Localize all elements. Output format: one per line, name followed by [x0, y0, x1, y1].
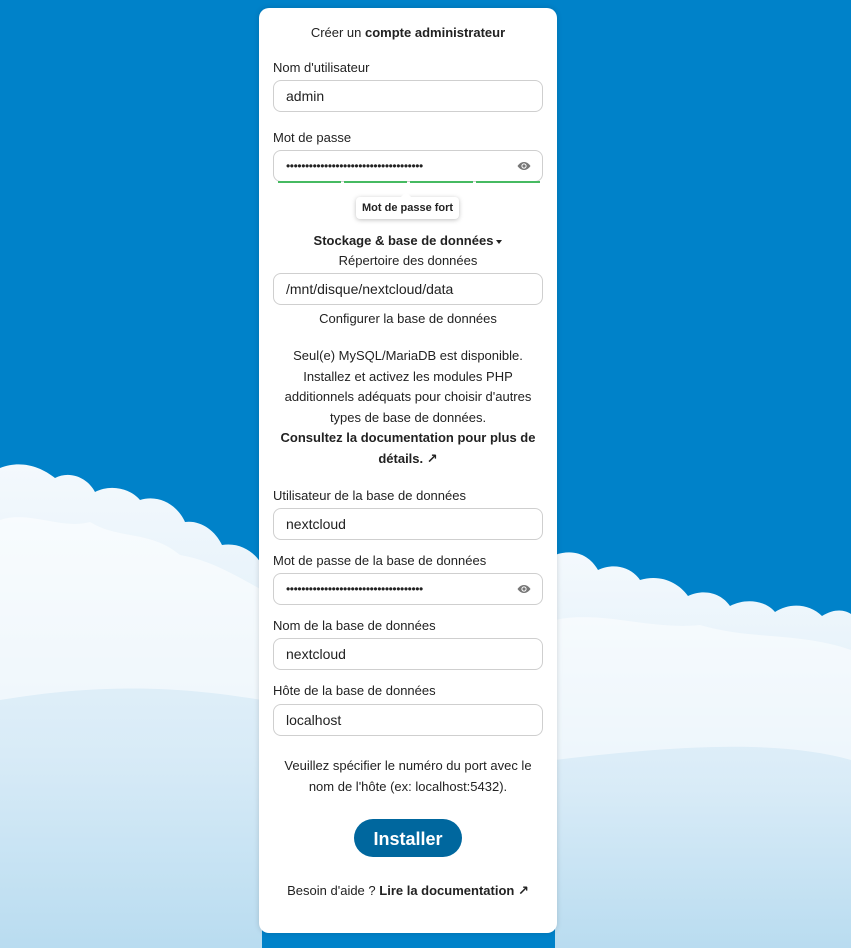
storage-database-toggle[interactable]: Stockage & base de données: [259, 233, 557, 248]
db-host-input[interactable]: localhost: [273, 704, 543, 736]
notice-line: Installez et activez les modules PHP: [303, 368, 513, 384]
notice-line: additionnels adéquats pour choisir d'aut…: [284, 389, 532, 404]
doc-link-line2: détails. ↗: [378, 450, 438, 466]
password-strength-tooltip: Mot de passe fort: [356, 192, 460, 219]
notice-line: Seul(e) MySQL/MariaDB est disponible.: [293, 348, 523, 363]
notice-line: types de base de données.: [329, 409, 487, 425]
username-label: Nom d'utilisateur: [273, 60, 370, 75]
db-password-label: Mot de passe de la base de données: [273, 553, 487, 568]
db-password-value: ••••••••••••••••••••••••••••••••••••: [286, 582, 423, 596]
read-docs-link[interactable]: Lire la documentation ↗: [379, 883, 529, 898]
host-hint-line2: nom de l'hôte (ex: localhost:5432).: [308, 778, 508, 794]
eye-icon[interactable]: [516, 582, 532, 596]
password-input[interactable]: ••••••••••••••••••••••••••••••••••••: [273, 150, 543, 182]
db-availability-notice: Seul(e) MySQL/MariaDB est disponible. In…: [273, 346, 543, 469]
db-user-label: Utilisateur de la base de données: [273, 488, 466, 503]
eye-icon[interactable]: [516, 159, 532, 173]
db-name-label: Nom de la base de données: [273, 618, 436, 633]
host-hint-line1: Veuillez spécifier le numéro du port ave…: [284, 758, 532, 773]
configure-db-label: Configurer la base de données: [319, 311, 497, 326]
setup-heading: Créer un compte administrateur: [259, 25, 557, 40]
db-password-input[interactable]: ••••••••••••••••••••••••••••••••••••: [273, 573, 543, 605]
caret-down-icon: [496, 239, 503, 244]
data-dir-input[interactable]: /mnt/disque/nextcloud/data: [273, 273, 543, 305]
help-prefix: Besoin d'aide ?: [287, 883, 376, 898]
help-footer: Besoin d'aide ? Lire la documentation ↗: [259, 883, 557, 899]
password-value: ••••••••••••••••••••••••••••••••••••: [286, 159, 423, 173]
heading-prefix: Créer un: [310, 25, 362, 40]
db-user-input[interactable]: nextcloud: [273, 508, 543, 540]
heading-bold: compte administrateur: [365, 25, 506, 40]
storage-toggle-label: Stockage & base de données: [313, 233, 494, 248]
doc-link-line1: Consultez la documentation pour plus de: [280, 430, 536, 445]
documentation-link[interactable]: Consultez la documentation pour plus de …: [273, 428, 543, 469]
username-input[interactable]: admin: [273, 80, 543, 112]
db-name-input[interactable]: nextcloud: [273, 638, 543, 670]
install-button[interactable]: Installer: [354, 819, 462, 857]
db-host-hint: Veuillez spécifier le numéro du port ave…: [273, 756, 543, 797]
password-strength-meter: [278, 181, 540, 183]
setup-card: Créer un compte administrateur Nom d'uti…: [259, 8, 557, 933]
data-dir-label: Répertoire des données: [338, 253, 478, 268]
db-host-label: Hôte de la base de données: [273, 683, 436, 698]
password-label: Mot de passe: [273, 130, 352, 145]
